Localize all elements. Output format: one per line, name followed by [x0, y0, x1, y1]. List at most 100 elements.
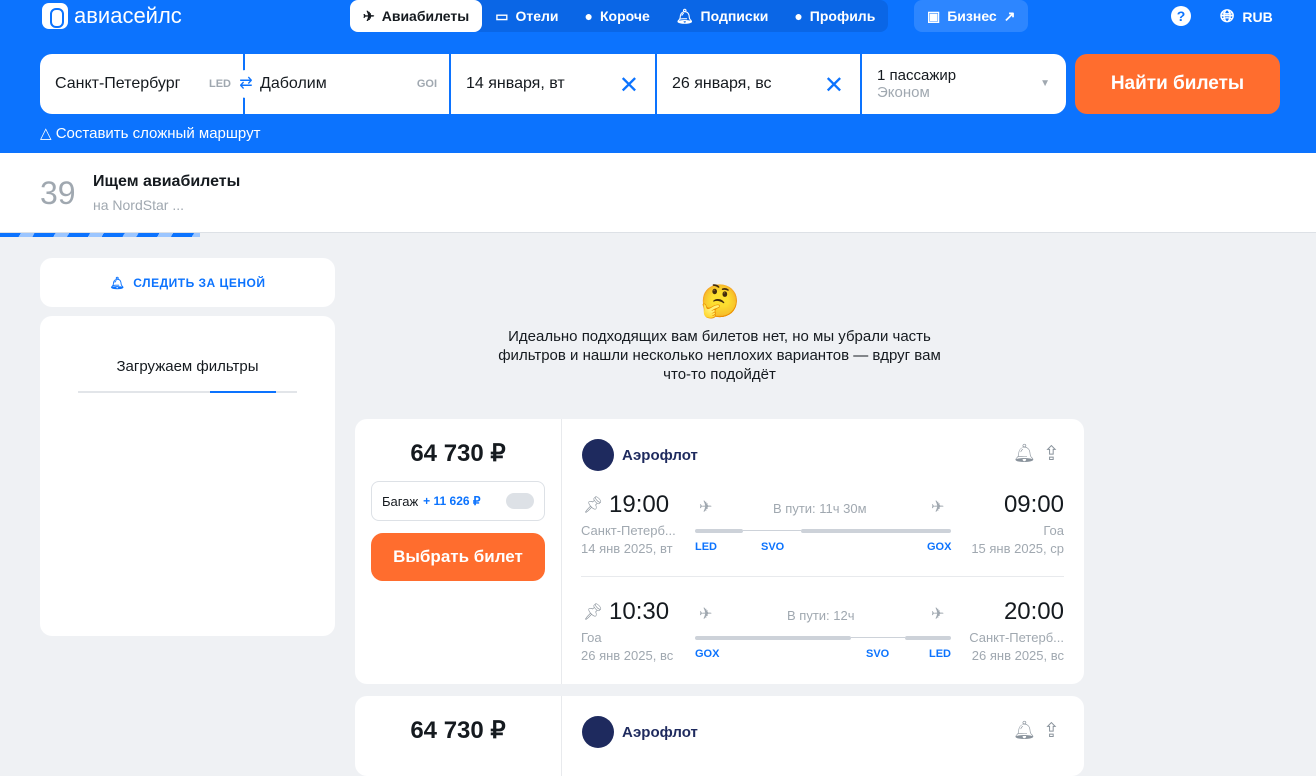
currency-label: RUB — [1242, 8, 1273, 25]
logo[interactable]: авиасейлс — [42, 3, 182, 29]
arrival-date: 26 янв 2025, вс — [971, 648, 1064, 663]
airport-code: LED — [695, 541, 717, 553]
swap-icon[interactable]: ⇄ — [232, 70, 260, 98]
passengers-value: 1 пассажир — [877, 67, 957, 84]
destination-field[interactable]: Даболим GOI — [245, 54, 449, 114]
flight-segment: 📌︎ 10:30 Гоа 26 янв 2025, вс ✈ В пути: 1… — [581, 598, 1064, 668]
main-nav: ✈ Авиабилеты ▭ Отели ● Короче 🔔︎ Подписки ● П… — [350, 0, 889, 32]
complex-route-link[interactable]: △ Составить сложный маршрут — [40, 124, 260, 142]
departure-time: 19:00 — [609, 491, 670, 518]
currency-selector[interactable]: 🌐︎ RUB — [1220, 6, 1273, 27]
duration: В пути: 11ч 30м — [773, 501, 867, 516]
share-icon[interactable]: ⇪ — [1043, 441, 1060, 466]
arrival-time: 09:00 — [1003, 491, 1064, 518]
departure-date: 14 янв 2025, вт — [581, 541, 673, 556]
business-label: Бизнес — [947, 8, 997, 24]
nav-label: Подписки — [700, 8, 769, 24]
landing-icon: ✈ — [931, 499, 945, 516]
header: авиасейлс ✈ Авиабилеты ▭ Отели ● Короче 🔔︎ П… — [0, 0, 1316, 153]
status-subtitle: на NordStar ... — [93, 197, 184, 213]
nav-label: Отели — [515, 8, 559, 24]
logo-text: авиасейлс — [74, 3, 182, 28]
departure-city: Гоа — [581, 630, 602, 645]
bell-icon[interactable]: 🔔︎ — [1013, 720, 1036, 741]
aeroflot-logo — [582, 439, 614, 471]
airline-name: Аэрофлот — [622, 724, 698, 741]
ticket-price: 64 730 ₽ — [410, 440, 506, 467]
departure-time: 10:30 — [609, 598, 670, 625]
pin-icon[interactable]: 📌︎ — [583, 602, 603, 622]
select-ticket-button[interactable]: Выбрать билет — [371, 533, 545, 581]
aeroflot-logo — [582, 716, 614, 748]
notice-line: Идеально подходящих вам билетов нет, но … — [508, 328, 931, 345]
airport-code: GOX — [927, 541, 952, 553]
search-count: 39 — [40, 175, 76, 211]
ticket-price: 64 730 ₽ — [410, 717, 506, 744]
search-progress-bar — [0, 233, 200, 237]
landing-icon: ✈ — [931, 606, 945, 623]
find-tickets-button[interactable]: Найти билеты — [1075, 54, 1280, 114]
route-icon: △ — [40, 125, 52, 142]
destination-value: Даболим — [260, 75, 327, 92]
clear-icon[interactable]: ✕ — [824, 71, 844, 100]
price-alert-label: СЛЕДИТЬ ЗА ЦЕНОЙ — [133, 275, 266, 290]
thinking-emoji-icon: 🤔 — [700, 283, 740, 319]
toggle-switch[interactable] — [506, 493, 534, 509]
date-back-value: 26 января, вс — [672, 75, 772, 92]
filters-panel: Загружаем фильтры — [40, 316, 335, 636]
briefcase-icon: ▣ — [927, 7, 941, 24]
origin-value: Санкт-Петербург — [55, 75, 181, 92]
airline-name: Аэрофлот — [622, 447, 698, 464]
airport-code: SVO — [761, 541, 785, 553]
price-alert-button[interactable]: 🔔︎ СЛЕДИТЬ ЗА ЦЕНОЙ — [40, 258, 335, 307]
date-back-field[interactable]: 26 января, вс ✕ — [657, 54, 860, 114]
nav-label: Профиль — [809, 8, 876, 24]
nav-hotels[interactable]: ▭ Отели — [482, 0, 571, 32]
airport-code: SVO — [866, 648, 890, 660]
airport-code: LED — [929, 648, 951, 660]
takeoff-icon: ✈ — [699, 499, 713, 516]
nav-short[interactable]: ● Короче — [572, 0, 663, 32]
notice-line: фильтров и нашли несколько неплохих вари… — [498, 347, 941, 364]
plane-icon: ✈ — [363, 7, 375, 24]
no-match-notice: Идеально подходящих вам билетов нет, но … — [355, 327, 1084, 384]
bell-icon: 🔔︎ — [675, 7, 694, 24]
nav-flights[interactable]: ✈ Авиабилеты — [350, 0, 483, 32]
arrival-time: 20:00 — [1003, 598, 1064, 625]
user-icon: ● — [794, 8, 803, 24]
date-from-field[interactable]: 14 января, вт ✕ — [451, 54, 655, 114]
ticket-card: 64 730 ₽ Аэрофлот 🔔︎ ⇪ — [355, 696, 1084, 776]
arrival-city: Гоа — [1043, 523, 1064, 538]
search-form: Санкт-Петербург LED ⇄ Даболим GOI 14 января… — [40, 54, 1066, 114]
bell-icon: 🔔︎ — [109, 275, 126, 290]
class-value: Эконом — [877, 84, 930, 101]
origin-field[interactable]: Санкт-Петербург LED ⇄ — [40, 54, 260, 114]
nav-label: Авиабилеты — [381, 8, 470, 24]
business-link[interactable]: ▣ Бизнес ↗ — [914, 0, 1029, 32]
globe-icon: 🌐︎ — [1220, 6, 1235, 26]
arrival-date: 15 янв 2025, ср — [971, 541, 1064, 556]
baggage-label: Багаж — [382, 493, 419, 509]
arrival-city: Санкт-Петерб... — [969, 630, 1064, 645]
baggage-toggle[interactable]: Багаж + 11 626 ₽ — [371, 481, 545, 521]
destination-code: GOI — [416, 78, 437, 90]
departure-date: 26 янв 2025, вс — [581, 648, 674, 663]
chevron-down-icon: ▼ — [1040, 78, 1050, 89]
status-title: Ищем авиабилеты — [93, 173, 241, 190]
duration: В пути: 12ч — [787, 608, 855, 623]
pin-icon[interactable]: 📌︎ — [583, 495, 603, 515]
takeoff-icon: ✈ — [699, 606, 713, 623]
origin-code: LED — [209, 78, 231, 90]
nav-label: Короче — [599, 8, 650, 24]
flight-segment: 📌︎ 19:00 Санкт-Петерб... 14 янв 2025, вт… — [581, 491, 1064, 561]
departure-city: Санкт-Петерб... — [581, 523, 676, 538]
nav-subscriptions[interactable]: 🔔︎ Подписки — [663, 0, 782, 32]
help-button[interactable]: ? — [1171, 6, 1191, 26]
airport-code: GOX — [695, 648, 720, 660]
ticket-card: 64 730 ₽ Багаж + 11 626 ₽ Выбрать билет А… — [355, 419, 1084, 684]
share-icon[interactable]: ⇪ — [1043, 718, 1060, 743]
clear-icon[interactable]: ✕ — [619, 71, 639, 100]
bell-icon[interactable]: 🔔︎ — [1013, 443, 1036, 464]
nav-profile[interactable]: ● Профиль — [781, 0, 888, 32]
passengers-field[interactable]: 1 пассажир Эконом ▼ — [862, 54, 1066, 114]
